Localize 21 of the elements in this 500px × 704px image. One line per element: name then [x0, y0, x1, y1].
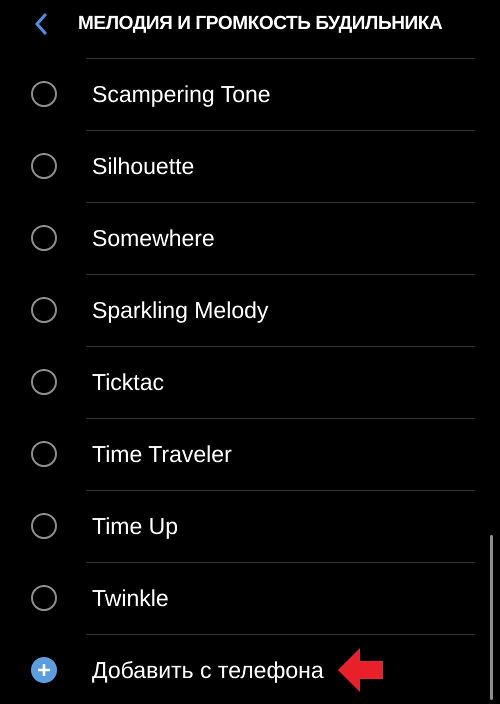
list-item-label[interactable]: Ticktac — [92, 368, 164, 396]
list-item-label[interactable]: Time Up — [92, 512, 178, 540]
radio-button[interactable] — [31, 513, 57, 539]
list-item-label[interactable]: Time Traveler — [92, 440, 232, 468]
list-item-label[interactable]: Scampering Tone — [92, 80, 271, 108]
radio-button[interactable] — [31, 369, 57, 395]
list-item-label[interactable]: Sparkling Melody — [92, 296, 268, 324]
radio-button[interactable] — [31, 441, 57, 467]
back-chevron-icon — [34, 12, 48, 36]
radio-button[interactable] — [31, 81, 57, 107]
list-item-label[interactable]: Somewhere — [92, 224, 215, 252]
arrow-icon — [338, 647, 384, 693]
radio-button[interactable] — [31, 585, 57, 611]
radio-button[interactable] — [31, 225, 57, 251]
screen-title: МЕЛОДИЯ И ГРОМКОСТЬ БУДИЛЬНИКА — [78, 13, 442, 35]
radio-button[interactable] — [31, 297, 57, 323]
list-item-label[interactable]: Silhouette — [92, 152, 194, 180]
radio-button[interactable] — [31, 153, 57, 179]
list-item-label[interactable]: Twinkle — [92, 584, 169, 612]
add-icon[interactable] — [31, 657, 57, 683]
list-item-label[interactable]: Добавить с телефона — [92, 656, 324, 684]
